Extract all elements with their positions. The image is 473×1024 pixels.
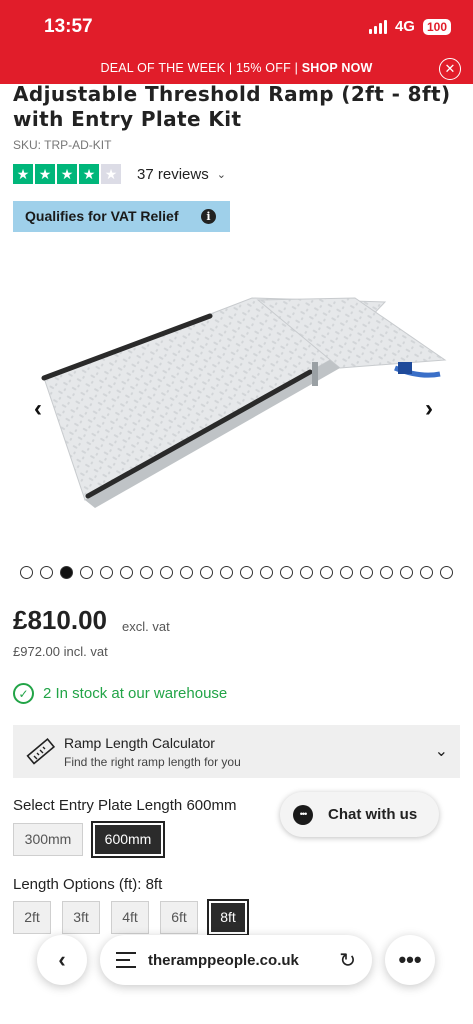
- entry-plate-label-text: Select Entry Plate Length: [13, 797, 183, 814]
- network-label: 4G: [394, 18, 415, 35]
- stock-text: 2 In stock at our warehouse: [43, 685, 228, 702]
- chat-bubble-icon: •••: [293, 804, 313, 825]
- carousel-dot[interactable]: [40, 566, 53, 579]
- back-button[interactable]: ‹: [37, 935, 87, 985]
- length-option-6ft[interactable]: 6ft: [160, 901, 198, 934]
- carousel-dot[interactable]: [240, 566, 253, 579]
- close-icon[interactable]: ✕: [439, 58, 461, 80]
- carousel-dot[interactable]: [20, 566, 33, 579]
- carousel-dot[interactable]: [160, 566, 173, 579]
- carousel-dot[interactable]: [340, 566, 353, 579]
- url-text[interactable]: theramppeople.co.uk: [148, 952, 299, 969]
- entry-plate-option-600mm[interactable]: 600mm: [91, 821, 165, 858]
- length-selected: 8ft: [145, 876, 163, 893]
- product-sku: SKU: TRP-AD-KIT: [13, 138, 112, 152]
- carousel-dot[interactable]: [400, 566, 413, 579]
- length-option-8ft[interactable]: 8ft: [207, 899, 249, 936]
- carousel-dot[interactable]: [360, 566, 373, 579]
- carousel-next-icon[interactable]: ›: [425, 395, 433, 423]
- star-icon: ★: [57, 164, 77, 184]
- page-menu-icon[interactable]: [116, 951, 136, 969]
- vat-relief-badge[interactable]: Qualifies for VAT Relief i: [13, 201, 230, 232]
- reload-icon[interactable]: ↻: [339, 948, 356, 973]
- carousel-dot[interactable]: [120, 566, 133, 579]
- chevron-down-icon[interactable]: ⌄: [435, 741, 448, 761]
- more-options-button[interactable]: •••: [385, 935, 435, 985]
- status-time: 13:57: [44, 16, 93, 37]
- carousel-dot[interactable]: [140, 566, 153, 579]
- address-bar[interactable]: theramppeople.co.uk ↻: [100, 935, 372, 985]
- price-excl-vat: £810.00: [13, 605, 107, 635]
- status-indicators: 4G 100: [368, 18, 451, 35]
- chat-label: Chat with us: [328, 806, 418, 823]
- promo-bar[interactable]: DEAL OF THE WEEK | 15% OFF | SHOP NOW ✕: [0, 54, 473, 84]
- carousel-dot[interactable]: [440, 566, 453, 579]
- signal-icon: [368, 19, 387, 34]
- carousel-prev-icon[interactable]: ‹: [34, 395, 42, 423]
- star-icon: ★: [13, 164, 33, 184]
- carousel-dot[interactable]: [100, 566, 113, 579]
- carousel-dot[interactable]: [380, 566, 393, 579]
- length-options-label: Length Options (ft): 8ft: [13, 876, 162, 893]
- chevron-down-icon[interactable]: ⌄: [217, 168, 226, 181]
- carousel-dot[interactable]: [420, 566, 433, 579]
- star-empty-icon: ★: [101, 164, 121, 184]
- status-bar: 13:57 4G 100: [0, 0, 473, 54]
- deal-text: DEAL OF THE WEEK | 15% OFF |: [100, 61, 302, 75]
- ruler-icon: [26, 738, 55, 765]
- carousel-dot[interactable]: [320, 566, 333, 579]
- shop-now-link[interactable]: SHOP NOW: [302, 61, 373, 75]
- carousel-dots[interactable]: [20, 566, 460, 579]
- check-circle-icon: ✓: [13, 683, 34, 704]
- battery-icon: 100: [422, 18, 451, 35]
- entry-plate-label: Select Entry Plate Length 600mm: [13, 797, 236, 814]
- rating-row[interactable]: ★ ★ ★ ★ ★ 37 reviews ⌄: [13, 164, 226, 184]
- calculator-subtitle: Find the right ramp length for you: [64, 755, 241, 769]
- price-incl-value: £972.00: [13, 644, 60, 659]
- reviews-link[interactable]: 37 reviews: [137, 166, 209, 183]
- star-icon: ★: [35, 164, 55, 184]
- price-excl-label: excl. vat: [122, 619, 170, 634]
- price-incl-label: incl. vat: [63, 644, 108, 659]
- ramp-length-calculator[interactable]: Ramp Length Calculator Find the right ra…: [13, 725, 460, 778]
- length-options-label-text: Length Options (ft):: [13, 876, 142, 893]
- length-option-4ft[interactable]: 4ft: [111, 901, 149, 934]
- carousel-dot[interactable]: [60, 566, 73, 579]
- price-incl-vat: £972.00 incl. vat: [13, 644, 108, 659]
- carousel-dot[interactable]: [280, 566, 293, 579]
- calculator-title: Ramp Length Calculator: [64, 735, 215, 751]
- stock-status: ✓ 2 In stock at our warehouse: [13, 683, 227, 704]
- entry-plate-selected: 600mm: [186, 797, 237, 814]
- carousel-dot[interactable]: [260, 566, 273, 579]
- carousel-dot[interactable]: [300, 566, 313, 579]
- length-option-3ft[interactable]: 3ft: [62, 901, 100, 934]
- product-image[interactable]: [0, 250, 473, 540]
- carousel-dot[interactable]: [200, 566, 213, 579]
- entry-plate-option-300mm[interactable]: 300mm: [13, 823, 83, 856]
- vat-badge-label: Qualifies for VAT Relief: [25, 208, 179, 224]
- carousel-dot[interactable]: [220, 566, 233, 579]
- star-icon: ★: [79, 164, 99, 184]
- carousel-dot[interactable]: [80, 566, 93, 579]
- product-title: Adjustable Threshold Ramp (2ft - 8ft) wi…: [13, 82, 451, 131]
- carousel-dot[interactable]: [180, 566, 193, 579]
- chat-button[interactable]: ••• Chat with us: [280, 792, 439, 837]
- length-option-2ft[interactable]: 2ft: [13, 901, 51, 934]
- info-icon[interactable]: i: [201, 209, 216, 224]
